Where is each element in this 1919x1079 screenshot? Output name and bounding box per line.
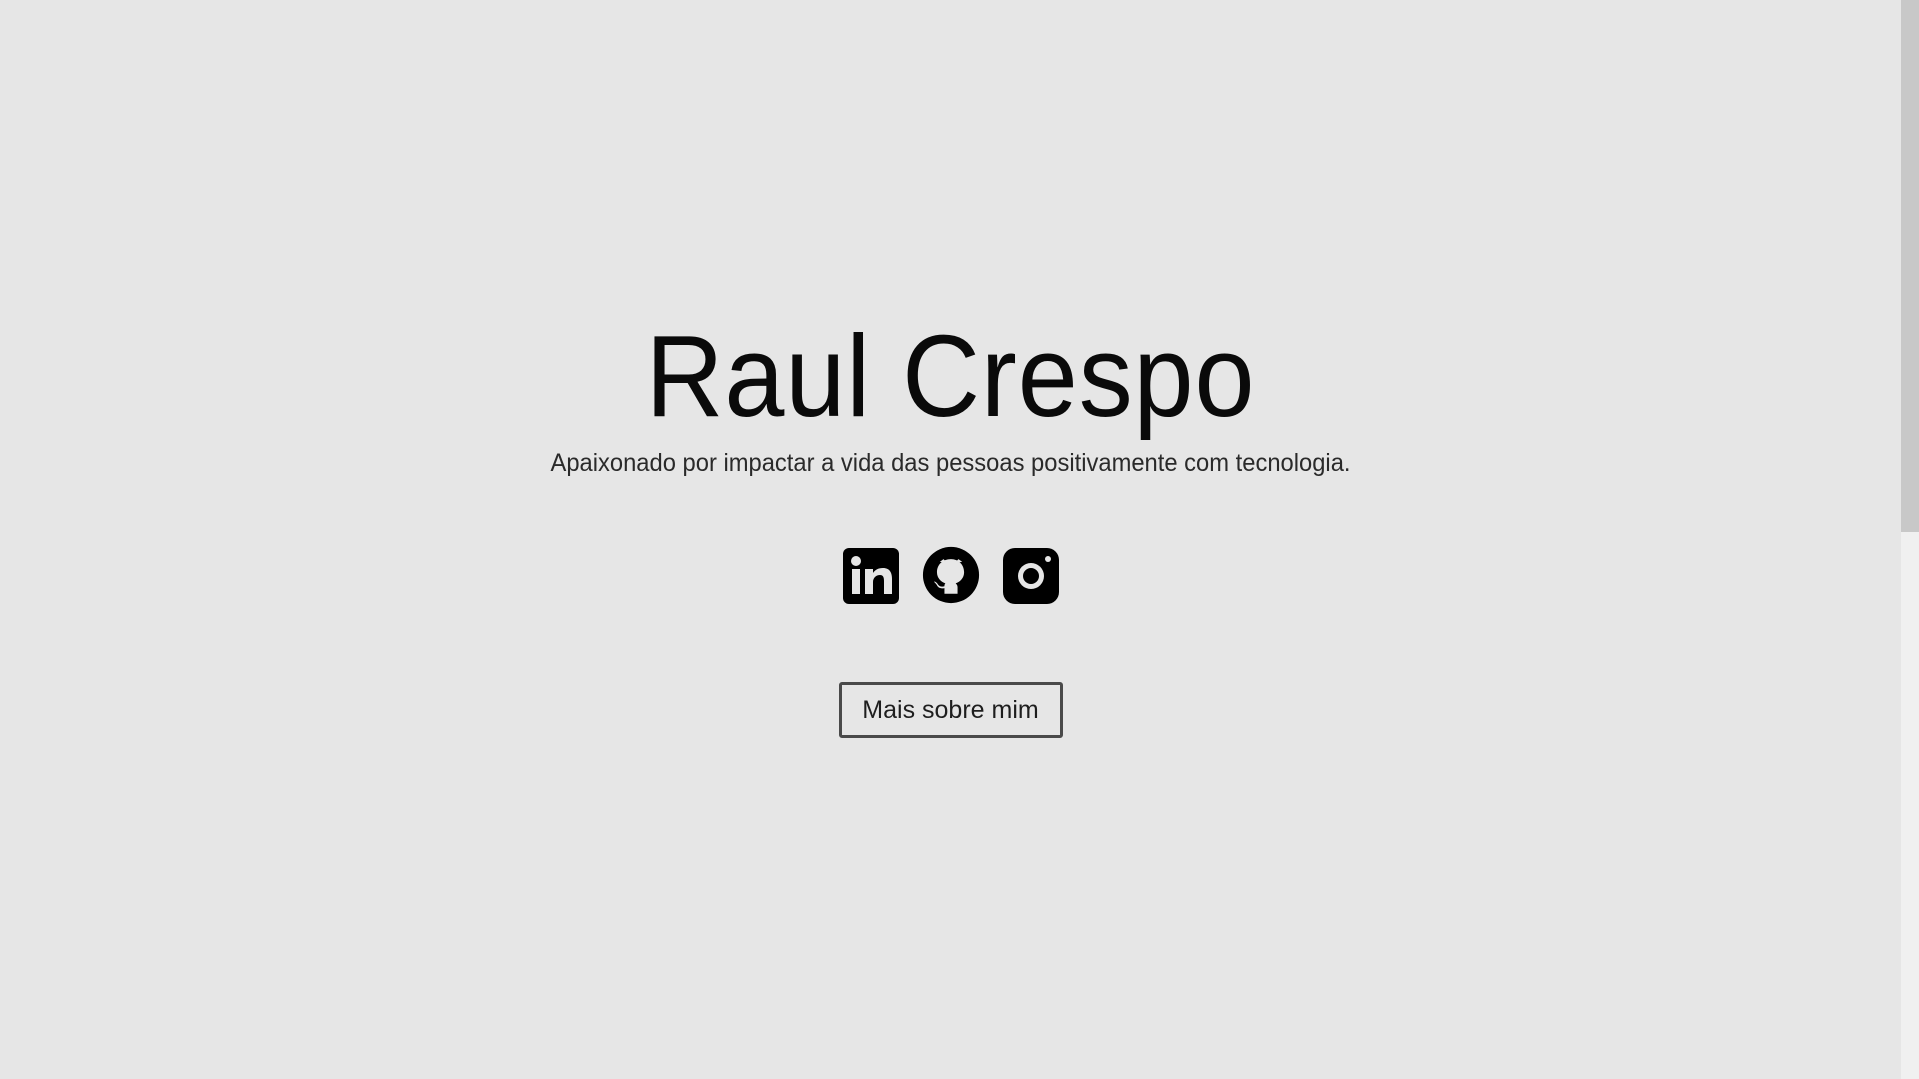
scrollbar-thumb[interactable]	[1901, 0, 1919, 532]
hero-section: Raul Crespo Apaixonado por impactar a vi…	[0, 318, 1901, 738]
linkedin-link[interactable]	[842, 544, 900, 606]
page-title: Raul Crespo	[645, 311, 1256, 441]
social-links	[0, 544, 1901, 606]
vertical-scrollbar[interactable]	[1901, 0, 1919, 1079]
github-link[interactable]	[922, 544, 980, 606]
tagline: Apaixonado por impactar a vida das pesso…	[550, 449, 1351, 477]
instagram-link[interactable]	[1002, 544, 1060, 606]
cta-wrapper: Mais sobre mim	[0, 682, 1901, 738]
github-icon	[922, 546, 979, 604]
linkedin-icon	[842, 548, 899, 604]
about-me-button[interactable]: Mais sobre mim	[838, 682, 1063, 738]
instagram-icon	[1002, 548, 1059, 604]
page-viewport: Raul Crespo Apaixonado por impactar a vi…	[0, 0, 1901, 1079]
